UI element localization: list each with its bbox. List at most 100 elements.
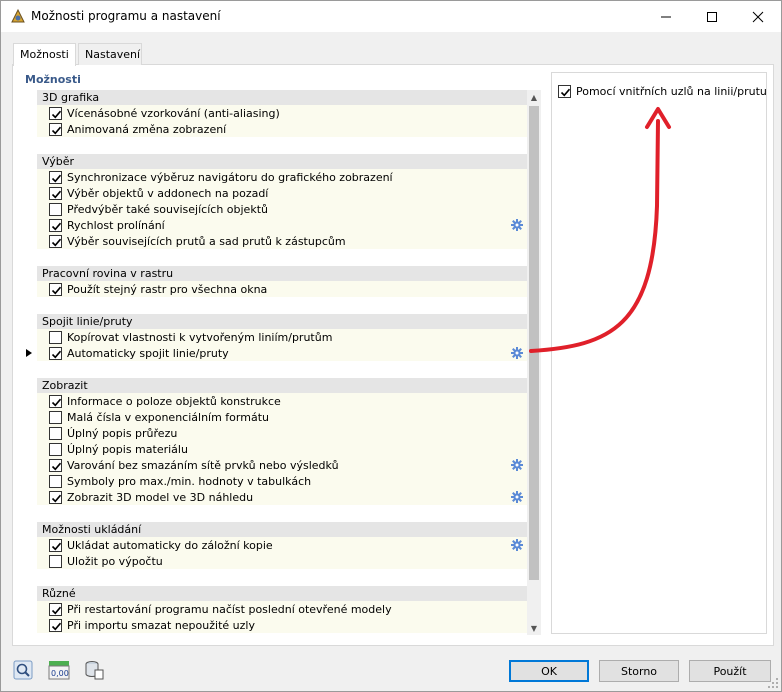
- section-header[interactable]: Různé: [37, 586, 541, 601]
- minimize-button[interactable]: [643, 1, 689, 32]
- checkbox[interactable]: [49, 123, 62, 136]
- options-section: Zobrazit Informace o poloze objektů konst…: [37, 378, 541, 505]
- checkbox[interactable]: [49, 491, 62, 504]
- checkbox[interactable]: [49, 443, 62, 456]
- checkbox[interactable]: [49, 619, 62, 632]
- checkbox[interactable]: [49, 347, 62, 360]
- section-header[interactable]: Možnosti ukládání: [37, 522, 541, 537]
- close-button[interactable]: [735, 1, 781, 32]
- section-body: Při restartování programu načíst posledn…: [37, 601, 541, 633]
- checkbox[interactable]: [49, 427, 62, 440]
- gear-icon[interactable]: [511, 539, 523, 551]
- option-row[interactable]: Animovaná změna zobrazení: [37, 121, 541, 137]
- checkbox[interactable]: [49, 171, 62, 184]
- apply-button[interactable]: Použít: [689, 660, 771, 682]
- section-body: Použít stejný rastr pro všechna okna: [37, 281, 541, 297]
- option-label: Při importu smazat nepoužité uzly: [67, 619, 255, 632]
- option-label: Ukládat automaticky do záložní kopie: [67, 539, 273, 552]
- option-row[interactable]: Symboly pro max./min. hodnoty v tabulkác…: [37, 473, 541, 489]
- cancel-button[interactable]: Storno: [599, 660, 679, 682]
- option-row[interactable]: Zobrazit 3D model ve 3D náhledu: [37, 489, 541, 505]
- option-label: Uložit po výpočtu: [67, 555, 163, 568]
- options-group-header: Možnosti: [25, 73, 81, 86]
- option-row[interactable]: Varování bez smazáním sítě prvků nebo vý…: [37, 457, 541, 473]
- options-section: Různé Při restartování programu načíst po…: [37, 586, 541, 633]
- option-row[interactable]: Automaticky spojit linie/pruty: [37, 345, 541, 361]
- option-label: Symboly pro max./min. hodnoty v tabulkác…: [67, 475, 312, 488]
- units-icon[interactable]: 0,00: [48, 660, 70, 680]
- option-label: Úplný popis materiálu: [67, 443, 188, 456]
- option-label: Předvýběr také souvisejících objektů: [67, 203, 268, 216]
- section-header[interactable]: Spojit linie/pruty: [37, 314, 541, 329]
- section-header[interactable]: Pracovní rovina v rastru: [37, 266, 541, 281]
- option-label: Kopírovat vlastnosti k vytvořeným liniím…: [67, 331, 333, 344]
- option-label: Malá čísla v exponenciálním formátu: [67, 411, 269, 424]
- option-label: Použít stejný rastr pro všechna okna: [67, 283, 268, 296]
- option-label: Informace o poloze objektů konstrukce: [67, 395, 281, 408]
- option-row[interactable]: Kopírovat vlastnosti k vytvořeným liniím…: [37, 329, 541, 345]
- checkbox[interactable]: [49, 459, 62, 472]
- option-row[interactable]: Synchronizace výběruz navigátoru do graf…: [37, 169, 541, 185]
- option-row[interactable]: Při restartování programu načíst posledn…: [37, 601, 541, 617]
- checkbox[interactable]: [49, 107, 62, 120]
- tab-nastaveni[interactable]: Nastavení: [78, 43, 142, 65]
- option-label: Výběr objektů v addonech na pozadí: [67, 187, 269, 200]
- section-body: Kopírovat vlastnosti k vytvořeným liniím…: [37, 329, 541, 361]
- dialog-window: Možnosti programu a nastavení Možnosti N…: [0, 0, 782, 692]
- maximize-button[interactable]: [689, 1, 735, 32]
- option-row[interactable]: Použít stejný rastr pro všechna okna: [37, 281, 541, 297]
- checkbox[interactable]: [49, 411, 62, 424]
- option-row[interactable]: Rychlost prolínání: [37, 217, 541, 233]
- option-row[interactable]: Výběr souvisejících prutů a sad prutů k …: [37, 233, 541, 249]
- ok-button[interactable]: OK: [509, 660, 589, 682]
- scroll-down-icon[interactable]: ▼: [527, 621, 541, 635]
- option-row[interactable]: Ukládat automaticky do záložní kopie: [37, 537, 541, 553]
- help-icon[interactable]: [13, 660, 33, 680]
- option-row[interactable]: Při importu smazat nepoužité uzly: [37, 617, 541, 633]
- section-body: Informace o poloze objektů konstrukce Mal…: [37, 393, 541, 505]
- section-header[interactable]: Zobrazit: [37, 378, 541, 393]
- option-row[interactable]: Uložit po výpočtu: [37, 553, 541, 569]
- option-label: Rychlost prolínání: [67, 219, 165, 232]
- section-body: Vícenásobné vzorkování (anti-aliasing) An…: [37, 105, 541, 137]
- option-row[interactable]: Vícenásobné vzorkování (anti-aliasing): [37, 105, 541, 121]
- option-label: Automaticky spojit linie/pruty: [67, 347, 229, 360]
- checkbox[interactable]: [49, 475, 62, 488]
- checkbox[interactable]: [49, 555, 62, 568]
- checkbox[interactable]: [49, 187, 62, 200]
- title-bar[interactable]: Možnosti programu a nastavení: [1, 1, 781, 32]
- options-section: Spojit linie/pruty Kopírovat vlastnosti k…: [37, 314, 541, 361]
- option-row[interactable]: Úplný popis průřezu: [37, 425, 541, 441]
- svg-text:0,00: 0,00: [51, 669, 69, 678]
- options-section: 3D grafika Vícenásobné vzorkování (anti-a…: [37, 90, 541, 137]
- checkbox[interactable]: [49, 331, 62, 344]
- gear-icon[interactable]: [511, 459, 523, 471]
- option-label: Vícenásobné vzorkování (anti-aliasing): [67, 107, 280, 120]
- checkbox[interactable]: [49, 203, 62, 216]
- database-settings-icon[interactable]: [84, 660, 104, 680]
- tab-moznosti[interactable]: Možnosti: [13, 43, 76, 66]
- option-label: Výběr souvisejících prutů a sad prutů k …: [67, 235, 346, 248]
- section-header[interactable]: Výběr: [37, 154, 541, 169]
- checkbox[interactable]: [49, 283, 62, 296]
- option-row[interactable]: Úplný popis materiálu: [37, 441, 541, 457]
- checkbox[interactable]: [49, 539, 62, 552]
- option-label: Zobrazit 3D model ve 3D náhledu: [67, 491, 254, 504]
- gear-icon[interactable]: [511, 491, 523, 503]
- option-label: Úplný popis průřezu: [67, 427, 178, 440]
- option-row[interactable]: Malá čísla v exponenciálním formátu: [37, 409, 541, 425]
- option-row[interactable]: Výběr objektů v addonech na pozadí: [37, 185, 541, 201]
- current-row-marker-icon: [26, 349, 32, 357]
- option-row[interactable]: Informace o poloze objektů konstrukce: [37, 393, 541, 409]
- checkbox[interactable]: [49, 603, 62, 616]
- window-title: Možnosti programu a nastavení: [31, 9, 221, 23]
- option-row[interactable]: Předvýběr také souvisejících objektů: [37, 201, 541, 217]
- option-label: Při restartování programu načíst posledn…: [67, 603, 392, 616]
- annotation-arrow-icon: [529, 107, 671, 353]
- checkbox[interactable]: [49, 235, 62, 248]
- section-body: Synchronizace výběruz navigátoru do graf…: [37, 169, 541, 249]
- checkbox[interactable]: [49, 219, 62, 232]
- checkbox[interactable]: [49, 395, 62, 408]
- resize-grip-icon[interactable]: [767, 677, 779, 689]
- section-header[interactable]: 3D grafika: [37, 90, 541, 105]
